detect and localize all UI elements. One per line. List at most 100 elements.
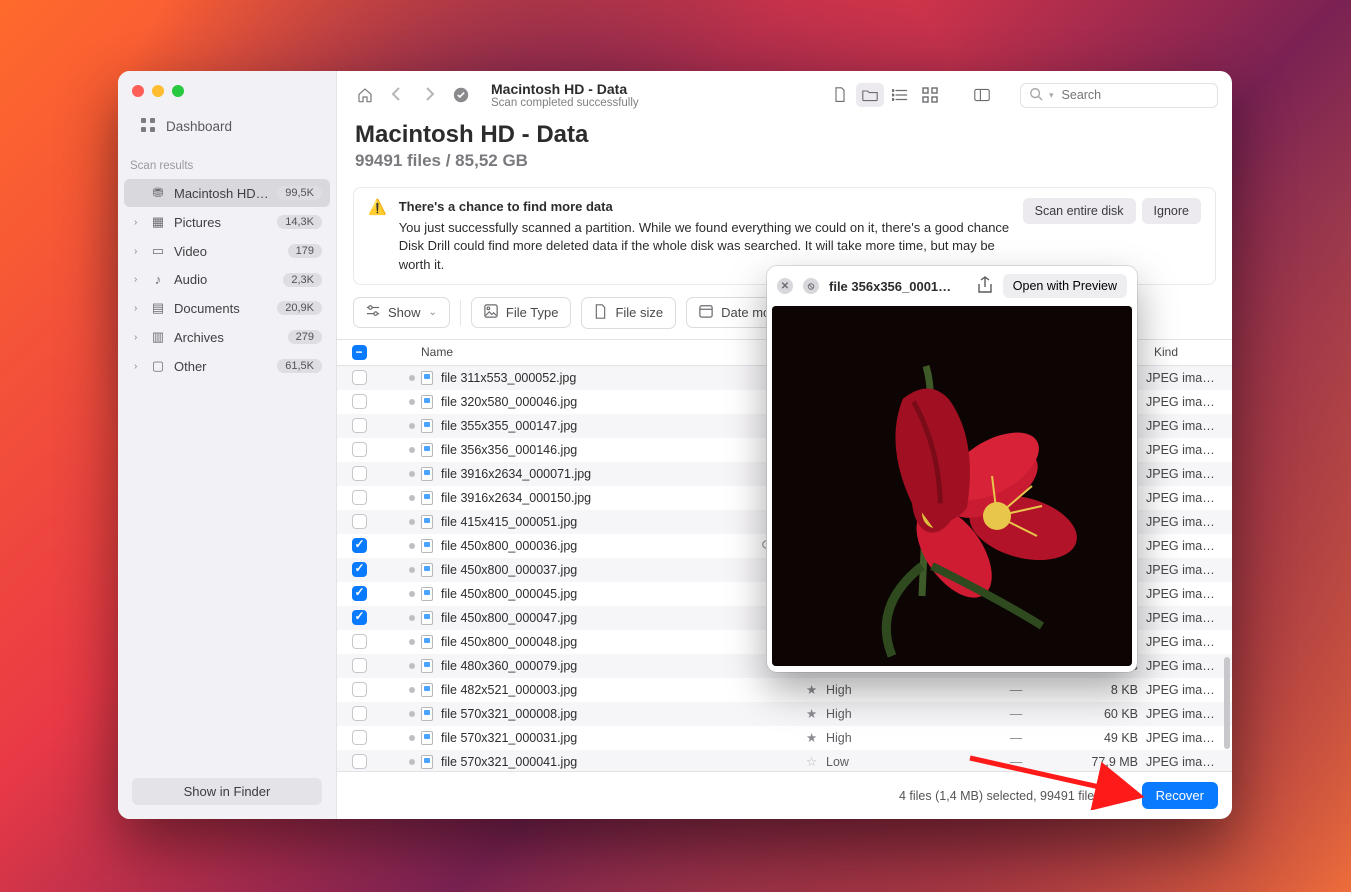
search-field[interactable]: ▾	[1020, 83, 1218, 108]
share-icon[interactable]	[977, 276, 993, 297]
back-button[interactable]	[389, 86, 405, 105]
star-icon[interactable]: ☆	[806, 754, 826, 769]
star-icon[interactable]: ★	[806, 682, 826, 697]
doc-icon: ▤	[150, 300, 166, 316]
selection-status: 4 files (1,4 MB) selected, 99491 files t…	[899, 789, 1128, 803]
file-icon	[421, 371, 433, 385]
count-badge: 179	[288, 244, 322, 258]
file-size-filter-button[interactable]: File size	[581, 297, 676, 329]
status-dot-icon	[409, 663, 415, 669]
recovery-chance: Low	[826, 755, 976, 769]
status-dot-icon	[409, 375, 415, 381]
size-cell: 49 KB	[1056, 731, 1146, 745]
row-checkbox[interactable]	[352, 370, 367, 385]
search-input[interactable]	[1060, 87, 1225, 103]
table-row[interactable]: file 570x321_000008.jpg ★ High — 60 KB J…	[337, 702, 1232, 726]
sliders-icon	[366, 304, 380, 321]
forward-button[interactable]	[421, 86, 437, 105]
table-row[interactable]: file 570x321_000031.jpg ★ High — 49 KB J…	[337, 726, 1232, 750]
row-checkbox[interactable]	[352, 706, 367, 721]
status-dot-icon	[409, 735, 415, 741]
sidebar-item-macintosh-hd-[interactable]: › ⛃ Macintosh HD -… 99,5K	[124, 179, 330, 207]
kind-cell: JPEG ima…	[1146, 635, 1232, 649]
scrollbar-thumb[interactable]	[1224, 657, 1230, 749]
row-checkbox[interactable]	[352, 634, 367, 649]
table-row[interactable]: file 570x321_000041.jpg ☆ Low — 77,9 MB …	[337, 750, 1232, 771]
row-checkbox[interactable]	[352, 586, 367, 601]
row-checkbox[interactable]	[352, 514, 367, 529]
chevron-right-icon: ›	[134, 332, 142, 343]
recovery-chance: High	[826, 683, 976, 697]
kind-cell: JPEG ima…	[1146, 755, 1232, 769]
sidebar-item-audio[interactable]: › ♪ Audio 2,3K	[124, 266, 330, 293]
column-kind[interactable]: Kind	[1146, 345, 1232, 359]
toolbar-subtitle: Scan completed successfully	[491, 97, 639, 109]
file-icon	[421, 563, 433, 577]
close-popover-button[interactable]: ✕	[777, 278, 793, 294]
sidebar-section-header: Scan results	[118, 146, 336, 178]
sidebar-item-documents[interactable]: › ▤ Documents 20,9K	[124, 294, 330, 322]
ignore-button[interactable]: Ignore	[1142, 198, 1201, 224]
row-checkbox[interactable]	[352, 658, 367, 673]
home-icon[interactable]	[355, 85, 375, 105]
row-checkbox[interactable]	[352, 610, 367, 625]
status-dot-icon	[409, 471, 415, 477]
view-list-icon[interactable]	[886, 83, 914, 107]
view-folder-icon[interactable]	[856, 83, 884, 107]
column-name[interactable]: Name⌃	[375, 345, 806, 359]
star-icon[interactable]: ★	[806, 730, 826, 745]
file-type-filter-button[interactable]: File Type	[471, 297, 572, 328]
scan-entire-disk-button[interactable]: Scan entire disk	[1023, 198, 1136, 224]
open-with-preview-button[interactable]: Open with Preview	[1003, 274, 1127, 298]
size-cell: 8 KB	[1056, 683, 1146, 697]
block-icon[interactable]: ⦸	[803, 278, 819, 294]
show-filter-button[interactable]: Show ⌄	[353, 297, 450, 328]
row-checkbox[interactable]	[352, 562, 367, 577]
kind-cell: JPEG ima…	[1146, 395, 1232, 409]
view-grid-icon[interactable]	[916, 83, 944, 107]
close-window-button[interactable]	[132, 85, 144, 97]
sidebar-item-video[interactable]: › ▭ Video 179	[124, 237, 330, 265]
sidebar-item-label: Archives	[174, 330, 280, 345]
sidebar-dashboard[interactable]: Dashboard	[126, 107, 328, 146]
status-dot-icon	[409, 759, 415, 765]
view-document-icon[interactable]	[826, 83, 854, 107]
file-name: file 450x800_000037.jpg	[441, 563, 577, 577]
divider	[460, 300, 461, 326]
row-checkbox[interactable]	[352, 466, 367, 481]
date-cell: —	[976, 755, 1056, 769]
sidebar-item-other[interactable]: › ▢ Other 61,5K	[124, 352, 330, 380]
kind-cell: JPEG ima…	[1146, 707, 1232, 721]
row-checkbox[interactable]	[352, 490, 367, 505]
sidebar-item-archives[interactable]: › ▥ Archives 279	[124, 323, 330, 351]
sidebar-item-label: Macintosh HD -…	[174, 186, 269, 201]
file-name: file 320x580_000046.jpg	[441, 395, 577, 409]
file-icon	[421, 659, 433, 673]
row-checkbox[interactable]	[352, 442, 367, 457]
toggle-sidebar-icon[interactable]	[968, 83, 996, 107]
row-checkbox[interactable]	[352, 538, 367, 553]
recover-button[interactable]: Recover	[1142, 782, 1218, 809]
file-icon	[421, 755, 433, 769]
status-dot-icon	[409, 711, 415, 717]
page-title: Macintosh HD - Data	[337, 117, 1232, 151]
status-dot-icon	[409, 639, 415, 645]
row-checkbox[interactable]	[352, 682, 367, 697]
kind-cell: JPEG ima…	[1146, 443, 1232, 457]
size-cell: 77,9 MB	[1056, 755, 1146, 769]
star-icon[interactable]: ★	[806, 706, 826, 721]
row-checkbox[interactable]	[352, 394, 367, 409]
chevron-right-icon: ›	[134, 217, 142, 228]
row-checkbox[interactable]	[352, 730, 367, 745]
sidebar-item-pictures[interactable]: › ▦ Pictures 14,3K	[124, 208, 330, 236]
table-row[interactable]: file 482x521_000003.jpg ★ High — 8 KB JP…	[337, 678, 1232, 702]
header-checkbox-mixed[interactable]: −	[352, 345, 367, 360]
row-checkbox[interactable]	[352, 418, 367, 433]
minimize-window-button[interactable]	[152, 85, 164, 97]
file-icon	[421, 683, 433, 697]
date-cell: —	[976, 707, 1056, 721]
row-checkbox[interactable]	[352, 754, 367, 769]
fullscreen-window-button[interactable]	[172, 85, 184, 97]
view-mode-group	[826, 83, 944, 107]
show-in-finder-button[interactable]: Show in Finder	[132, 778, 322, 805]
